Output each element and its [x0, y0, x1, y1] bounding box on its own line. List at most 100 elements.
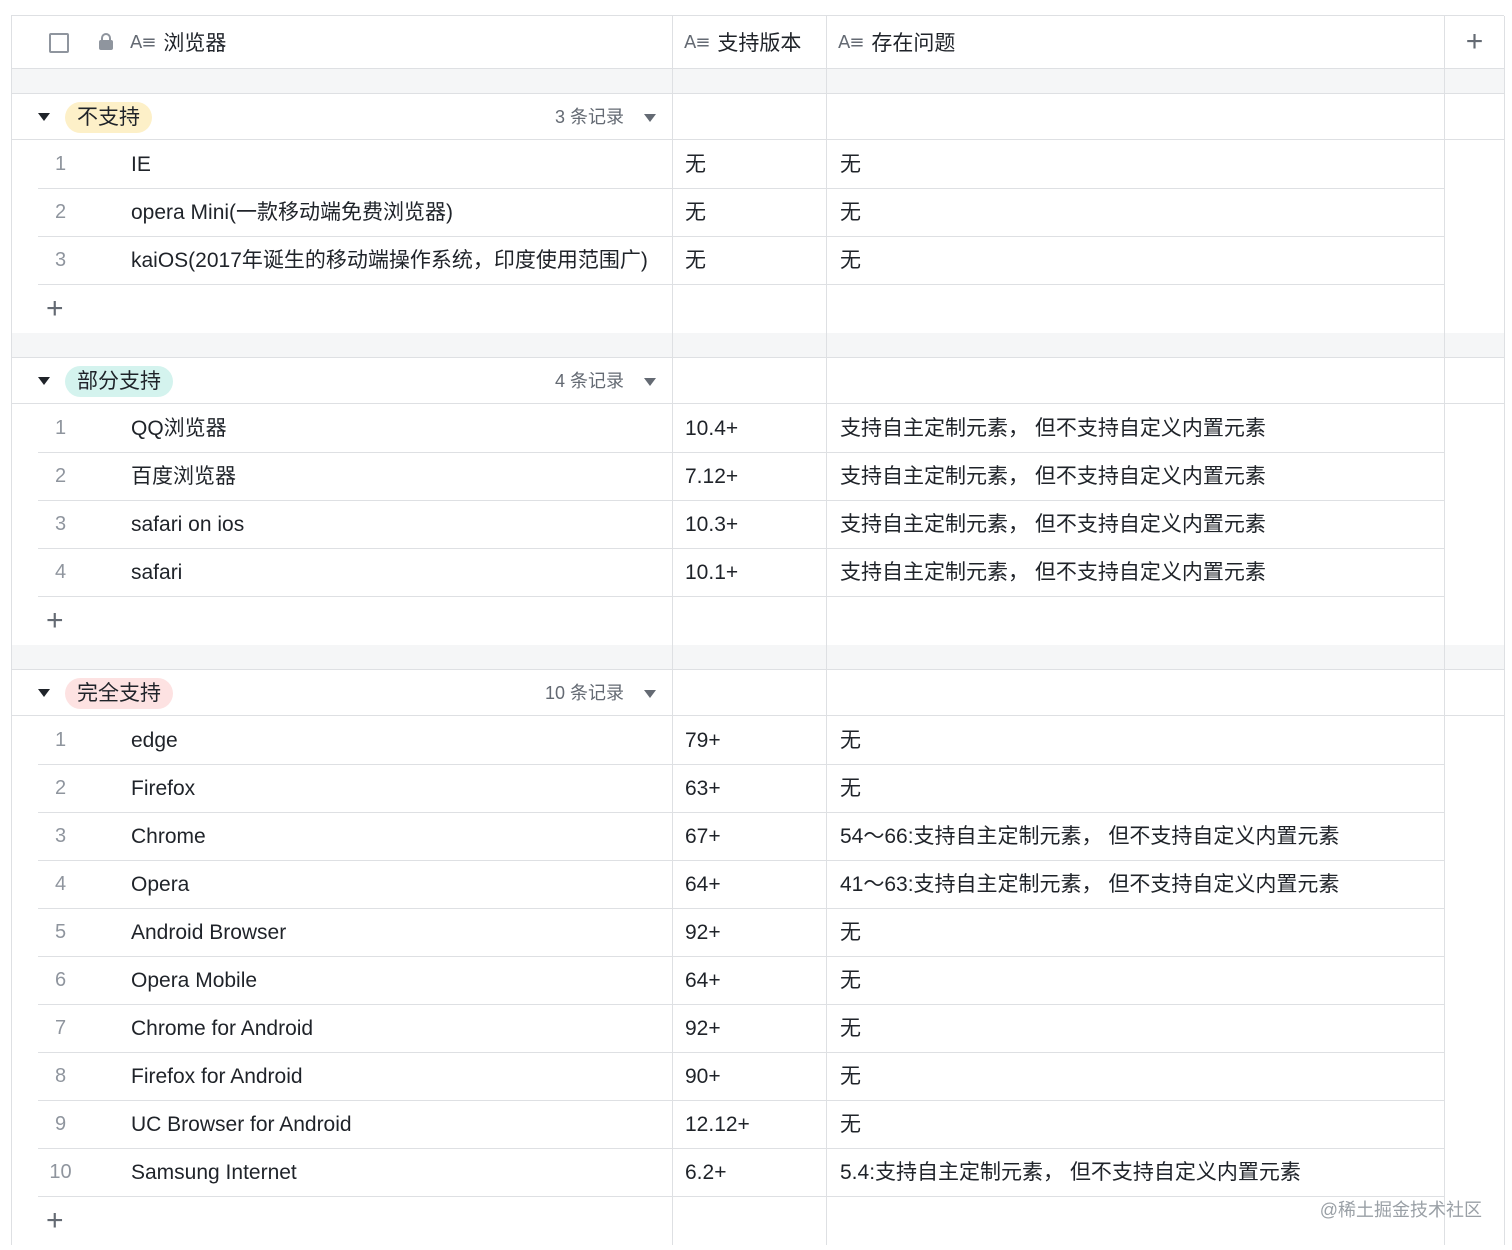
select-all-checkbox[interactable]: [49, 33, 69, 53]
cell-issue[interactable]: 无: [840, 141, 1440, 188]
collapse-caret-icon[interactable]: [38, 377, 50, 385]
add-record-row[interactable]: +: [12, 1197, 1444, 1245]
cell-issue[interactable]: 54～66:支持自主定制元素， 但不支持自定义内置元素: [840, 813, 1440, 860]
table-row[interactable]: 1 QQ浏览器 10.4+ 支持自主定制元素， 但不支持自定义内置元素: [38, 405, 1444, 453]
cell-version[interactable]: 7.12+: [685, 453, 825, 500]
column-header-version[interactable]: A≡ 支持版本: [684, 16, 801, 68]
table-row[interactable]: 1 IE 无无: [38, 141, 1444, 189]
cell-browser[interactable]: kaiOS(2017年诞生的移动端操作系统，印度使用范围广): [131, 237, 671, 284]
cell-version[interactable]: 63+: [685, 765, 825, 812]
text-field-icon: A≡: [130, 31, 156, 53]
cell-issue[interactable]: 无: [840, 957, 1440, 1004]
table-row[interactable]: 2 Firefox 63+ 无: [38, 765, 1444, 813]
grid-table: A≡ 浏览器 A≡ 支持版本 A≡ 存在问题 + 不支持 3 条记录 1 IE 无无 2 o…: [11, 15, 1505, 1245]
group-menu-caret-icon[interactable]: [644, 378, 656, 386]
cell-browser[interactable]: IE: [131, 141, 671, 188]
table-row[interactable]: 3 Chrome 67+ 54～66:支持自主定制元素， 但不支持自定义内置元素: [38, 813, 1444, 861]
cell-issue[interactable]: 5.4:支持自主定制元素， 但不支持自定义内置元素: [840, 1149, 1440, 1196]
cell-issue[interactable]: 支持自主定制元素， 但不支持自定义内置元素: [840, 453, 1440, 500]
column-divider: [1444, 16, 1445, 1245]
cell-browser[interactable]: Android Browser: [131, 909, 671, 956]
table-row[interactable]: 1 edge 79+ 无: [38, 717, 1444, 765]
table-row[interactable]: 7 Chrome for Android 92+ 无: [38, 1005, 1444, 1053]
cell-version[interactable]: 92+: [685, 1005, 825, 1052]
cell-browser[interactable]: safari on ios: [131, 501, 671, 548]
group-empty-column: [1444, 405, 1504, 645]
column-header-issue-label: 存在问题: [871, 32, 956, 55]
cell-browser[interactable]: Chrome for Android: [131, 1005, 671, 1052]
cell-browser[interactable]: Opera Mobile: [131, 957, 671, 1004]
column-header-browser[interactable]: A≡ 浏览器: [130, 16, 226, 68]
cell-version[interactable]: 无: [685, 237, 825, 284]
cell-browser[interactable]: Firefox for Android: [131, 1053, 671, 1100]
cell-version[interactable]: 64+: [685, 861, 825, 908]
cell-browser[interactable]: Samsung Internet: [131, 1149, 671, 1196]
table-row[interactable]: 8 Firefox for Android 90+ 无: [38, 1053, 1444, 1101]
cell-version[interactable]: 79+: [685, 717, 825, 764]
cell-issue[interactable]: 支持自主定制元素， 但不支持自定义内置元素: [840, 501, 1440, 548]
cell-version[interactable]: 90+: [685, 1053, 825, 1100]
cell-version[interactable]: 无: [685, 141, 825, 188]
group-menu-caret-icon[interactable]: [644, 690, 656, 698]
cell-issue[interactable]: 无: [840, 909, 1440, 956]
group-record-count: 4 条记录: [554, 371, 624, 391]
table-row[interactable]: 10 Samsung Internet 6.2+ 5.4:支持自主定制元素， 但不支持…: [38, 1149, 1444, 1197]
cell-browser[interactable]: 百度浏览器: [131, 453, 671, 500]
add-record-icon[interactable]: +: [46, 285, 64, 333]
cell-issue[interactable]: 41～63:支持自主定制元素， 但不支持自定义内置元素: [840, 861, 1440, 908]
cell-browser[interactable]: QQ浏览器: [131, 405, 671, 452]
group-separator: [12, 645, 1504, 670]
cell-version[interactable]: 10.3+: [685, 501, 825, 548]
row-number: 2: [54, 465, 67, 487]
group-header[interactable]: 部分支持 4 条记录: [12, 358, 1504, 404]
table-row[interactable]: 6 Opera Mobile 64+ 无: [38, 957, 1444, 1005]
table-row[interactable]: 4 safari 10.1+ 支持自主定制元素， 但不支持自定义内置元素: [38, 549, 1444, 597]
row-number: 2: [54, 201, 67, 223]
cell-issue[interactable]: 无: [840, 1101, 1440, 1148]
group-header[interactable]: 不支持 3 条记录: [12, 94, 1504, 140]
cell-browser[interactable]: Opera: [131, 861, 671, 908]
table-row[interactable]: 2 opera Mini(一款移动端免费浏览器) 无无: [38, 189, 1444, 237]
add-record-icon[interactable]: +: [46, 597, 64, 645]
table-row[interactable]: 4 Opera 64+ 41～63:支持自主定制元素， 但不支持自定义内置元素: [38, 861, 1444, 909]
cell-version[interactable]: 12.12+: [685, 1101, 825, 1148]
cell-browser[interactable]: UC Browser for Android: [131, 1101, 671, 1148]
column-divider: [826, 16, 827, 1245]
table-row[interactable]: 2 百度浏览器 7.12+ 支持自主定制元素， 但不支持自定义内置元素: [38, 453, 1444, 501]
cell-issue[interactable]: 无: [840, 189, 1440, 236]
table-row[interactable]: 3 kaiOS(2017年诞生的移动端操作系统，印度使用范围广) 无无: [38, 237, 1444, 285]
add-record-row[interactable]: +: [12, 285, 1444, 333]
group-header[interactable]: 完全支持 10 条记录: [12, 670, 1504, 716]
cell-issue[interactable]: 支持自主定制元素， 但不支持自定义内置元素: [840, 405, 1440, 452]
group-menu-caret-icon[interactable]: [644, 114, 656, 122]
table-row[interactable]: 3 safari on ios 10.3+ 支持自主定制元素， 但不支持自定义内置元素: [38, 501, 1444, 549]
cell-browser[interactable]: opera Mini(一款移动端免费浏览器): [131, 189, 671, 236]
cell-version[interactable]: 无: [685, 189, 825, 236]
cell-version[interactable]: 6.2+: [685, 1149, 825, 1196]
cell-version[interactable]: 10.4+: [685, 405, 825, 452]
cell-issue[interactable]: 无: [840, 765, 1440, 812]
collapse-caret-icon[interactable]: [38, 689, 50, 697]
cell-issue[interactable]: 无: [840, 717, 1440, 764]
cell-browser[interactable]: edge: [131, 717, 671, 764]
text-field-icon: A≡: [684, 31, 710, 53]
cell-version[interactable]: 64+: [685, 957, 825, 1004]
cell-issue[interactable]: 无: [840, 1053, 1440, 1100]
add-record-row[interactable]: +: [12, 597, 1444, 645]
cell-browser[interactable]: Chrome: [131, 813, 671, 860]
column-header-issue[interactable]: A≡ 存在问题: [838, 16, 955, 68]
cell-version[interactable]: 10.1+: [685, 549, 825, 596]
collapse-caret-icon[interactable]: [38, 113, 50, 121]
group-record-count: 3 条记录: [554, 107, 624, 127]
cell-version[interactable]: 67+: [685, 813, 825, 860]
add-column-button[interactable]: +: [1445, 16, 1504, 68]
cell-issue[interactable]: 无: [840, 1005, 1440, 1052]
cell-browser[interactable]: safari: [131, 549, 671, 596]
cell-issue[interactable]: 支持自主定制元素， 但不支持自定义内置元素: [840, 549, 1440, 596]
add-record-icon[interactable]: +: [46, 1197, 64, 1245]
table-row[interactable]: 9 UC Browser for Android 12.12+ 无: [38, 1101, 1444, 1149]
table-row[interactable]: 5 Android Browser 92+ 无: [38, 909, 1444, 957]
cell-issue[interactable]: 无: [840, 237, 1440, 284]
cell-browser[interactable]: Firefox: [131, 765, 671, 812]
cell-version[interactable]: 92+: [685, 909, 825, 956]
